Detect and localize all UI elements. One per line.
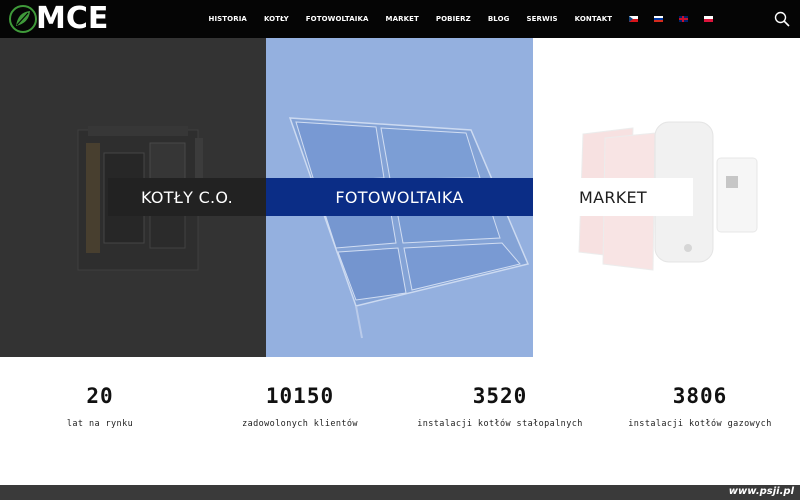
leaf-logo-icon: [9, 5, 37, 33]
main-nav: HISTORIA KOTŁY FOTOWOLTAIKA MARKET POBIE…: [200, 0, 721, 38]
stat-years: 20 lat na rynku: [0, 384, 200, 429]
panel-label-market[interactable]: MARKET: [533, 178, 693, 216]
nav-historia[interactable]: HISTORIA: [209, 15, 247, 23]
stat-value: 20: [86, 384, 114, 408]
ru-flag-icon[interactable]: [653, 16, 663, 22]
nav-market[interactable]: MARKET: [386, 15, 419, 23]
stat-gas: 3806 instalacji kotłów gazowych: [600, 384, 800, 429]
stat-value: 3520: [472, 384, 528, 408]
stat-value: 3806: [672, 384, 728, 408]
panel-fotowoltaika[interactable]: FOTOWOLTAIKA: [266, 38, 533, 357]
nav-kotly[interactable]: KOTŁY: [264, 15, 289, 23]
cz-flag-icon[interactable]: [628, 16, 638, 22]
stat-label: zadowolonych klientów: [242, 419, 358, 429]
nav-pobierz[interactable]: POBIERZ: [436, 15, 471, 23]
nav-blog[interactable]: BLOG: [488, 15, 510, 23]
logo-text: MCE: [36, 1, 109, 36]
panel-kotly[interactable]: KOTŁY C.O.: [0, 38, 266, 357]
stat-label: lat na rynku: [66, 419, 134, 429]
stat-value: 10150: [265, 384, 335, 408]
watermark: www.psji.pl: [728, 486, 794, 497]
panel-market[interactable]: MARKET: [533, 38, 800, 357]
stat-clients: 10150 zadowolonych klientów: [200, 384, 400, 429]
stats-section: 20 lat na rynku 10150 zadowolonych klien…: [0, 357, 800, 485]
site-header: MCE HISTORIA KOTŁY FOTOWOLTAIKA MARKET P…: [0, 0, 800, 38]
panel-label-fotowoltaika[interactable]: FOTOWOLTAIKA: [266, 178, 533, 216]
nav-fotowoltaika[interactable]: FOTOWOLTAIKA: [306, 15, 369, 23]
gb-flag-icon[interactable]: [678, 16, 688, 22]
logo[interactable]: MCE: [8, 2, 108, 36]
stat-label: instalacji kotłów gazowych: [628, 419, 772, 429]
nav-kontakt[interactable]: KONTAKT: [575, 15, 612, 23]
search-icon[interactable]: [774, 11, 790, 27]
nav-serwis[interactable]: SERWIS: [526, 15, 557, 23]
stat-solid-fuel: 3520 instalacji kotłów stałopalnych: [400, 384, 600, 429]
pl-flag-icon[interactable]: [703, 16, 713, 22]
stat-label: instalacji kotłów stałopalnych: [417, 419, 583, 429]
panel-label-kotly[interactable]: KOTŁY C.O.: [108, 178, 266, 216]
footer-bar: www.psji.pl: [0, 485, 800, 500]
